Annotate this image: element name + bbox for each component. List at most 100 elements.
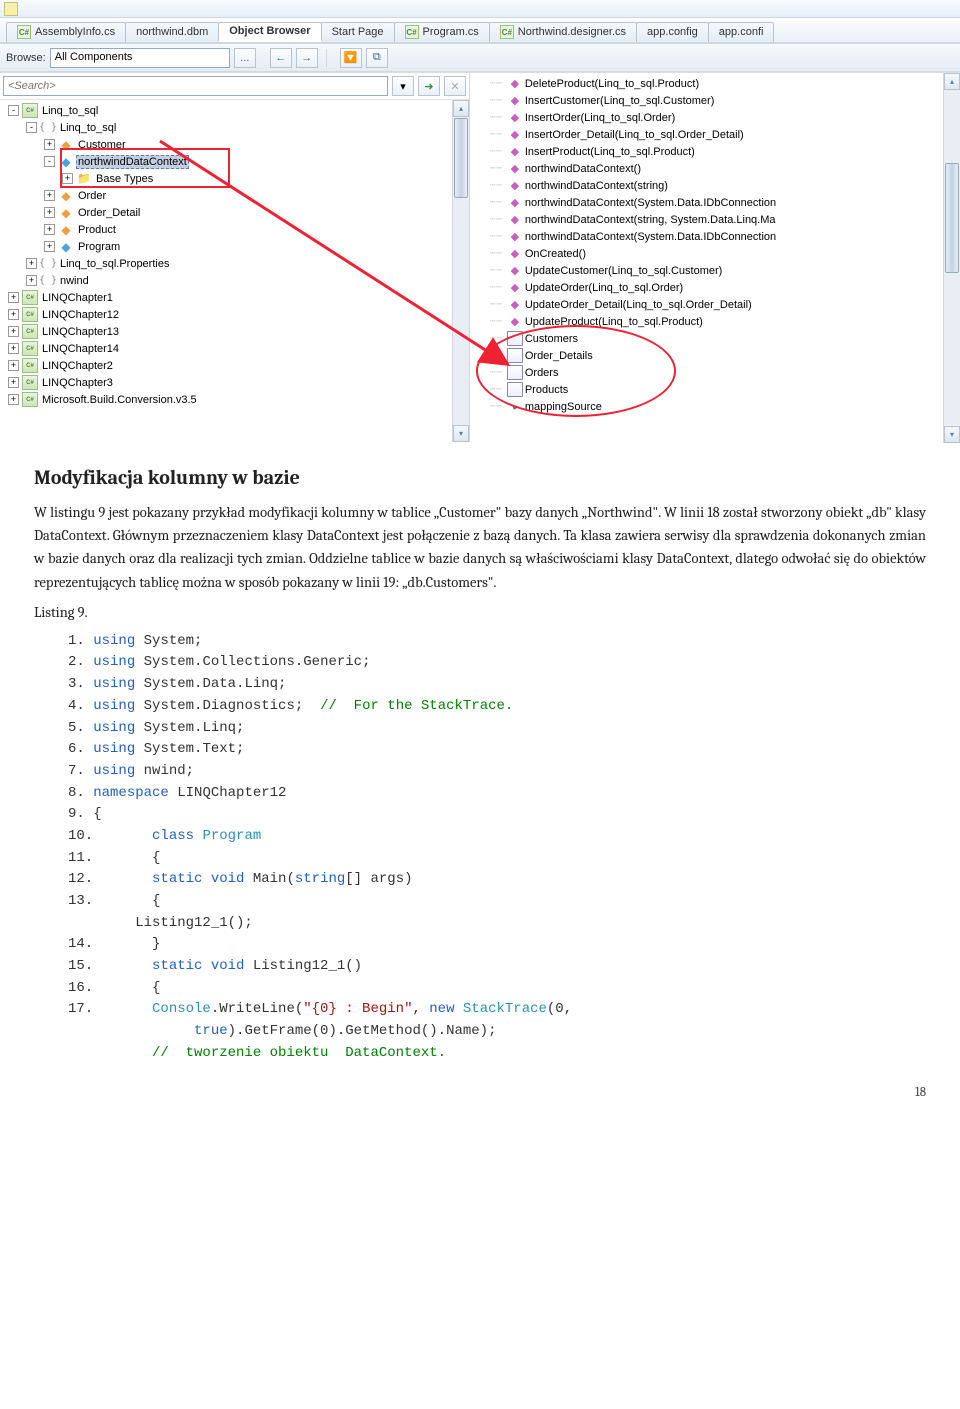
expander-icon[interactable]: + [8,326,19,337]
tree-item[interactable]: +LINQChapter2 [4,357,469,374]
member-item[interactable]: ┄┄InsertProduct(Linq_to_sql.Product) [490,143,960,160]
expander-icon[interactable]: + [8,377,19,388]
expander-icon[interactable]: + [26,258,37,269]
tree-connector-icon: ┄┄ [490,248,503,259]
method-icon [507,161,523,176]
member-label: UpdateCustomer(Linq_to_sql.Customer) [525,265,722,277]
members-list[interactable]: ┄┄DeleteProduct(Linq_to_sql.Product)┄┄In… [470,73,960,417]
nav-forward-button[interactable]: → [296,48,318,68]
browse-combo[interactable]: All Components [50,48,230,68]
cls2-icon [58,188,74,203]
member-item[interactable]: ┄┄northwindDataContext() [490,160,960,177]
expander-icon[interactable]: - [44,156,55,167]
tab-app-config[interactable]: app.config [636,22,709,42]
expander-icon[interactable]: + [62,173,73,184]
tab-start-page[interactable]: Start Page [321,22,395,42]
scroll-thumb[interactable] [454,118,468,198]
tree-item[interactable]: +Base Types [4,170,469,187]
scroll-up-button[interactable]: ▴ [453,100,469,117]
member-item[interactable]: ┄┄Order_Details [490,347,960,364]
tab-program-cs[interactable]: C#Program.cs [394,22,490,42]
scroll-thumb[interactable] [945,163,959,273]
tab-northwind-dbm[interactable]: northwind.dbm [125,22,219,42]
scroll-up-button[interactable]: ▴ [944,73,960,90]
member-item[interactable]: ┄┄UpdateOrder_Detail(Linq_to_sql.Order_D… [490,296,960,313]
asm-icon [22,290,38,305]
browse-ellipsis-button[interactable]: ... [234,48,256,68]
member-item[interactable]: ┄┄northwindDataContext(System.Data.IDbCo… [490,228,960,245]
expander-icon[interactable]: + [8,343,19,354]
tab-assemblyinfo-cs[interactable]: C#AssemblyInfo.cs [6,22,126,42]
scrollbar-vertical[interactable]: ▴ ▾ [943,73,960,443]
expander-icon[interactable]: + [44,224,55,235]
tree-item[interactable]: +nwind [4,272,469,289]
tree-item-label: northwindDataContext [76,155,189,169]
tree-item-label: Product [76,223,118,237]
expander-icon[interactable]: + [44,241,55,252]
member-item[interactable]: ┄┄UpdateProduct(Linq_to_sql.Product) [490,313,960,330]
tree-item[interactable]: +LINQChapter3 [4,374,469,391]
asm-icon [22,324,38,339]
tbl-icon [507,382,523,397]
group-button[interactable]: ⧉ [366,48,388,68]
member-item[interactable]: ┄┄mappingSource [490,398,960,415]
tab-northwind-designer-cs[interactable]: C#Northwind.designer.cs [489,22,637,42]
member-item[interactable]: ┄┄northwindDataContext(System.Data.IDbCo… [490,194,960,211]
member-item[interactable]: ┄┄UpdateCustomer(Linq_to_sql.Customer) [490,262,960,279]
expander-icon[interactable]: + [8,360,19,371]
cs-icon: C# [405,25,419,39]
tree-item[interactable]: +Order_Detail [4,204,469,221]
member-item[interactable]: ┄┄DeleteProduct(Linq_to_sql.Product) [490,75,960,92]
page-number: 18 [0,1085,960,1110]
member-item[interactable]: ┄┄Products [490,381,960,398]
tree-item[interactable]: -Linq_to_sql [4,119,469,136]
member-item[interactable]: ┄┄InsertCustomer(Linq_to_sql.Customer) [490,92,960,109]
tree-item[interactable]: +LINQChapter12 [4,306,469,323]
member-item[interactable]: ┄┄InsertOrder(Linq_to_sql.Order) [490,109,960,126]
expander-icon[interactable]: + [8,292,19,303]
tree-item[interactable]: - northwindDataContext [4,153,469,170]
tree-item[interactable]: +LINQChapter1 [4,289,469,306]
expander-icon[interactable]: - [8,105,19,116]
member-item[interactable]: ┄┄UpdateOrder(Linq_to_sql.Order) [490,279,960,296]
search-dropdown-button[interactable]: ▾ [392,76,414,96]
member-item[interactable]: ┄┄Orders [490,364,960,381]
expander-icon[interactable]: + [8,394,19,405]
namespace-tree[interactable]: -Linq_to_sql-Linq_to_sql+Customer-northw… [0,100,469,442]
search-go-button[interactable]: ➜ [418,76,440,96]
tree-item[interactable]: +LINQChapter13 [4,323,469,340]
tree-item[interactable]: +LINQChapter14 [4,340,469,357]
member-item[interactable]: ┄┄northwindDataContext(string) [490,177,960,194]
expander-icon[interactable]: + [26,275,37,286]
member-item[interactable]: ┄┄Customers [490,330,960,347]
cs-icon: C# [17,25,31,39]
field-icon [507,399,523,414]
tree-item[interactable]: +Linq_to_sql.Properties [4,255,469,272]
method-icon [507,178,523,193]
tree-item[interactable]: +Order [4,187,469,204]
expander-icon[interactable]: + [8,309,19,320]
method-icon [507,314,523,329]
expander-icon[interactable]: + [44,190,55,201]
expander-icon[interactable]: + [44,139,55,150]
filter-button[interactable]: 🔽 [340,48,362,68]
tree-item[interactable]: -Linq_to_sql [4,102,469,119]
expander-icon[interactable]: + [44,207,55,218]
scroll-down-button[interactable]: ▾ [453,425,469,442]
tree-connector-icon: ┄┄ [490,282,503,293]
tree-item[interactable]: +Microsoft.Build.Conversion.v3.5 [4,391,469,408]
search-input[interactable] [3,76,388,96]
scrollbar-vertical[interactable]: ▴ ▾ [452,100,469,442]
member-item[interactable]: ┄┄OnCreated() [490,245,960,262]
member-item[interactable]: ┄┄northwindDataContext(string, System.Da… [490,211,960,228]
tree-item[interactable]: +Customer [4,136,469,153]
search-clear-button[interactable]: ✕ [444,76,466,96]
expander-icon[interactable]: - [26,122,37,133]
tree-item[interactable]: +Program [4,238,469,255]
tree-item[interactable]: + Product [4,221,469,238]
scroll-down-button[interactable]: ▾ [944,426,960,443]
tab-app-confi[interactable]: app.confi [708,22,775,42]
nav-back-button[interactable]: ← [270,48,292,68]
tab-object-browser[interactable]: Object Browser [218,22,321,42]
member-item[interactable]: ┄┄InsertOrder_Detail(Linq_to_sql.Order_D… [490,126,960,143]
